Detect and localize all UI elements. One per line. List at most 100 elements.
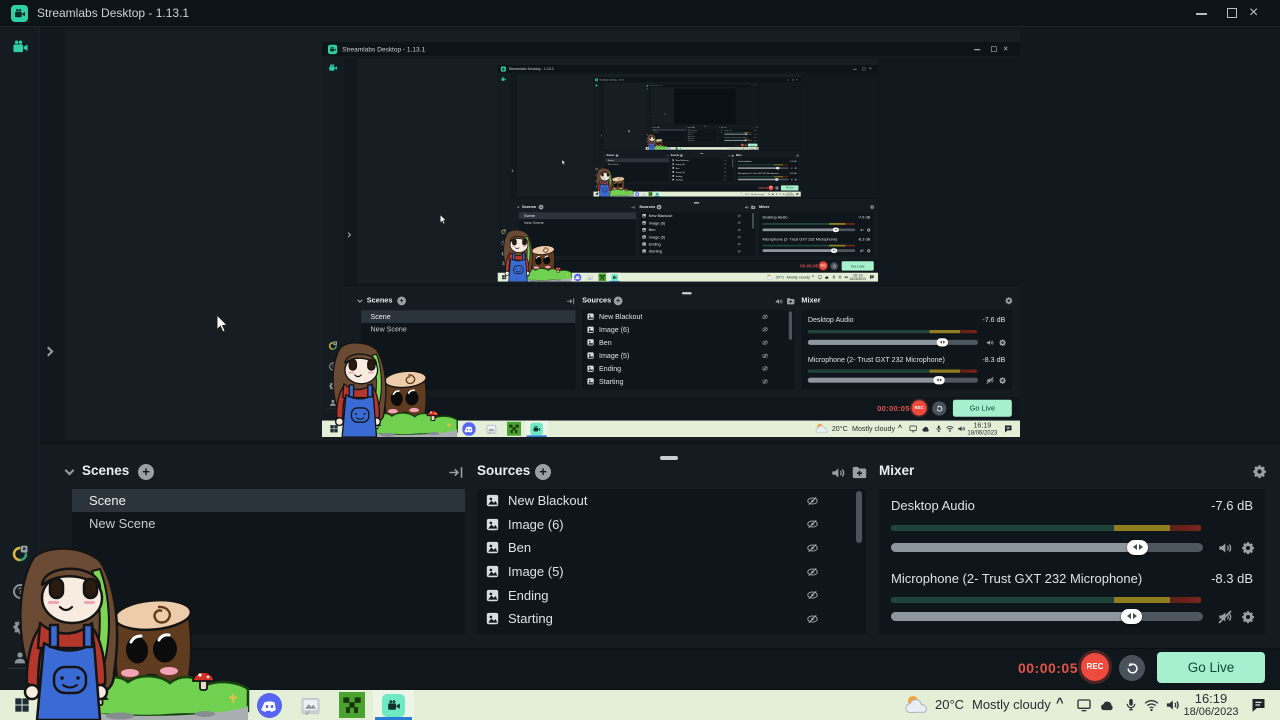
tray-chevron-up-icon[interactable]: ^ — [812, 274, 814, 279]
notification-center-icon[interactable] — [869, 275, 875, 280]
weather-temperature[interactable]: 20°C — [935, 697, 964, 712]
visibility-hidden-icon[interactable] — [724, 163, 726, 165]
resize-handle[interactable] — [693, 202, 700, 204]
channel-gear-icon[interactable] — [795, 167, 797, 169]
collapse-panel-icon[interactable] — [666, 154, 669, 157]
editor-camera-icon[interactable] — [328, 63, 338, 72]
visibility-hidden-icon[interactable] — [737, 249, 741, 253]
audio-source-icon[interactable] — [728, 154, 731, 157]
source-item[interactable]: New Blackout — [639, 212, 755, 219]
add-source-button[interactable]: + — [692, 126, 695, 129]
source-item[interactable]: Starting — [688, 140, 722, 142]
resize-handle[interactable] — [681, 292, 692, 295]
scrollbar-thumb[interactable] — [788, 311, 793, 340]
taskbar-clock[interactable]: 16:19 18/06/2023 — [847, 273, 868, 281]
add-folder-icon[interactable] — [731, 154, 734, 157]
visibility-hidden-icon[interactable] — [737, 242, 741, 246]
source-item[interactable]: Image (6) — [582, 323, 794, 336]
tray-chevron-up-icon[interactable]: ^ — [765, 192, 766, 194]
maximize-button[interactable] — [1227, 8, 1237, 18]
source-item[interactable]: Image (6) — [477, 513, 866, 537]
tray-chevron-up-icon[interactable]: ^ — [1056, 695, 1064, 710]
volume-slider-handle[interactable] — [830, 248, 838, 253]
minimize-button[interactable] — [853, 68, 857, 70]
add-scene-button[interactable]: + — [657, 126, 660, 129]
volume-slider-handle[interactable] — [745, 133, 748, 135]
source-item[interactable]: New Blackout — [477, 489, 866, 513]
photos-taskbar-icon[interactable] — [672, 148, 674, 150]
scene-item[interactable]: New Scene — [361, 323, 575, 336]
notification-center-icon[interactable] — [1003, 424, 1013, 434]
minecraft-taskbar-icon[interactable] — [648, 192, 652, 196]
channel-gear-icon[interactable] — [1241, 610, 1255, 624]
audio-source-icon[interactable] — [744, 205, 749, 210]
channel-gear-icon[interactable] — [755, 134, 756, 135]
volume-slider[interactable] — [762, 227, 856, 232]
speaker-muted-icon[interactable] — [859, 248, 864, 253]
scrollbar-thumb[interactable] — [732, 158, 734, 168]
channel-gear-icon[interactable] — [867, 228, 871, 232]
source-item[interactable]: Image (5) — [477, 560, 866, 584]
speaker-icon[interactable] — [859, 228, 864, 233]
minecraft-taskbar-icon[interactable] — [676, 147, 678, 149]
go-live-button[interactable]: Go Live — [780, 185, 799, 191]
tray-monitor-icon[interactable] — [818, 275, 823, 280]
add-scene-button[interactable]: + — [397, 296, 406, 306]
add-scene-button[interactable]: + — [538, 204, 544, 210]
minecraft-taskbar-icon[interactable] — [598, 273, 606, 281]
discord-taskbar-icon[interactable] — [668, 147, 670, 149]
volume-slider[interactable] — [807, 375, 979, 385]
preview-display[interactable]: Streamlabs Desktop - 1.13.1 × ? Streamla… — [593, 77, 801, 197]
speaker-icon[interactable] — [986, 338, 995, 347]
tray-microphone-icon[interactable] — [776, 193, 778, 195]
maximize-button[interactable] — [792, 79, 794, 81]
volume-slider-handle[interactable] — [744, 139, 747, 142]
go-live-button[interactable]: Go Live — [1157, 652, 1265, 683]
resize-handle[interactable] — [660, 456, 678, 460]
tray-microphone-icon[interactable] — [1124, 697, 1138, 712]
source-item[interactable]: Starting — [639, 248, 755, 255]
editor-camera-icon[interactable] — [11, 39, 30, 56]
weather-icon[interactable] — [766, 274, 774, 281]
source-item[interactable]: Image (5) — [582, 349, 794, 362]
source-item[interactable]: Ending — [582, 362, 794, 375]
visibility-hidden-icon[interactable] — [805, 613, 820, 625]
tray-onedrive-cloud-icon[interactable] — [772, 193, 775, 196]
tray-wifi-icon[interactable] — [945, 424, 954, 433]
weather-temperature[interactable]: 20°C — [745, 193, 750, 195]
speaker-icon[interactable] — [791, 167, 794, 170]
editor-camera-icon[interactable] — [595, 84, 598, 87]
mixer-settings-gear-icon[interactable] — [796, 154, 798, 156]
maximize-button[interactable] — [991, 46, 997, 52]
editor-camera-icon[interactable] — [501, 77, 507, 82]
speaker-muted-icon[interactable] — [1217, 609, 1233, 625]
taskbar-clock[interactable]: 16:19 18/06/2023 — [750, 147, 756, 149]
source-item[interactable]: Ben — [582, 336, 794, 349]
preview-display[interactable] — [674, 88, 736, 125]
weather-icon[interactable] — [740, 192, 745, 196]
channel-gear-icon[interactable] — [867, 249, 871, 253]
tray-microphone-icon[interactable] — [832, 275, 836, 280]
volume-slider-handle[interactable] — [936, 337, 949, 347]
tray-monitor-icon[interactable] — [1076, 697, 1092, 713]
tray-chevron-up-icon[interactable]: ^ — [898, 423, 902, 431]
source-item[interactable]: Image (6) — [639, 219, 755, 226]
channel-gear-icon[interactable] — [999, 339, 1007, 347]
discord-taskbar-icon[interactable] — [635, 192, 639, 196]
minecraft-taskbar-icon[interactable] — [339, 692, 365, 718]
go-live-button[interactable]: Go Live — [841, 261, 874, 271]
go-live-button[interactable]: Go Live — [747, 143, 758, 147]
visibility-hidden-icon[interactable] — [724, 175, 726, 177]
taskbar-clock[interactable]: 16:19 18/06/2023 — [1176, 691, 1246, 718]
discord-taskbar-icon[interactable] — [257, 693, 282, 718]
scenes-collapse-chevron-icon[interactable] — [516, 205, 520, 209]
collapse-panel-icon[interactable] — [447, 464, 464, 481]
tray-onedrive-cloud-icon[interactable] — [1099, 697, 1116, 714]
scene-item-selected[interactable]: Scene — [519, 212, 636, 220]
source-item[interactable]: Image (5) — [639, 234, 755, 241]
tray-wifi-icon[interactable] — [837, 275, 842, 280]
preview-display[interactable]: Streamlabs Desktop - 1.13.1 × ? Streamla… — [497, 65, 879, 282]
add-source-button[interactable]: + — [656, 204, 662, 210]
editor-camera-icon[interactable] — [647, 88, 649, 90]
tray-wifi-icon[interactable] — [779, 193, 782, 196]
